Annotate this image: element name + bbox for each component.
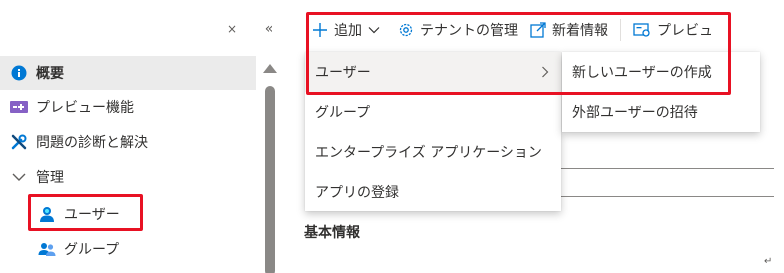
nav-item-preview-features[interactable]: プレビュー機能 [0,90,256,124]
nav-item-users[interactable]: ユーザー [0,197,256,231]
preview-features-label: プレビュ [657,23,713,39]
preview-features-button[interactable]: プレビュ [627,15,719,45]
command-bar: 追加 テナントの管理 新着情報 プレビュ [282,10,784,50]
menu-item-label: 外部ユーザーの招待 [572,105,698,121]
menu-item-create-new-user[interactable]: 新しいユーザーの作成 [562,52,760,92]
nav-item-label: 概要 [36,66,64,82]
whats-new-label: 新着情報 [552,23,608,39]
chevron-down-icon [368,26,380,34]
chevron-right-icon [541,66,549,82]
scroll-thumb[interactable] [265,86,275,273]
gear-icon [398,22,414,38]
preview-settings-icon [633,22,651,38]
scroll-up-arrow-icon[interactable] [263,64,277,73]
add-dropdown-menu: ユーザー グループ エンタープライズ アプリケーション アプリの登録 [305,52,561,211]
plus-icon [312,22,328,38]
close-icon[interactable]: × [225,22,239,36]
menu-item-label: 新しいユーザーの作成 [572,65,712,81]
nav-group-manage[interactable]: 管理 [0,160,256,194]
group-icon [38,240,56,258]
nav-item-label: グループ [64,242,120,258]
collapse-nav-icon[interactable]: « [262,22,276,36]
toolbar-divider [620,19,621,41]
nav-item-overview[interactable]: 概要 [0,56,256,90]
menu-item-user[interactable]: ユーザー [305,52,561,92]
manage-tenant-label: テナントの管理 [420,23,518,39]
menu-item-label: エンタープライズ アプリケーション [315,145,542,161]
user-icon [38,205,56,223]
nav-item-groups[interactable]: グループ [0,232,256,266]
menu-item-invite-external-user[interactable]: 外部ユーザーの招待 [562,92,760,132]
menu-item-label: アプリの登録 [315,185,399,201]
menu-item-group[interactable]: グループ [305,92,561,132]
nav-item-label: 問題の診断と解決 [36,135,148,151]
whats-new-button[interactable]: 新着情報 [524,15,614,45]
form-divider [560,168,774,169]
wrench-icon [10,133,28,151]
nav-item-diagnose-solve[interactable]: 問題の診断と解決 [0,125,256,159]
nav-item-label: ユーザー [64,207,120,223]
chevron-down-icon [10,168,28,186]
menu-item-label: グループ [315,105,371,121]
menu-item-app-registration[interactable]: アプリの登録 [305,172,561,212]
preview-features-icon [10,98,28,116]
section-title-basic-info: 基本情報 [304,225,360,241]
user-submenu: 新しいユーザーの作成 外部ユーザーの招待 [562,52,760,132]
external-link-icon [530,22,546,38]
form-divider [560,196,774,197]
manage-tenant-button[interactable]: テナントの管理 [392,15,524,45]
return-mark: ↵ [764,256,773,267]
nav-item-label: 管理 [36,170,64,186]
menu-item-enterprise-application[interactable]: エンタープライズ アプリケーション [305,132,561,172]
menu-item-label: ユーザー [315,65,371,81]
nav-item-label: プレビュー機能 [36,100,134,116]
add-button[interactable]: 追加 [282,15,392,45]
info-icon [10,64,28,82]
add-label: 追加 [334,23,362,39]
left-navigation: × « 概要 プレビュー機能 問題の診断と解決 管理 ユーザー グループ [0,0,280,273]
